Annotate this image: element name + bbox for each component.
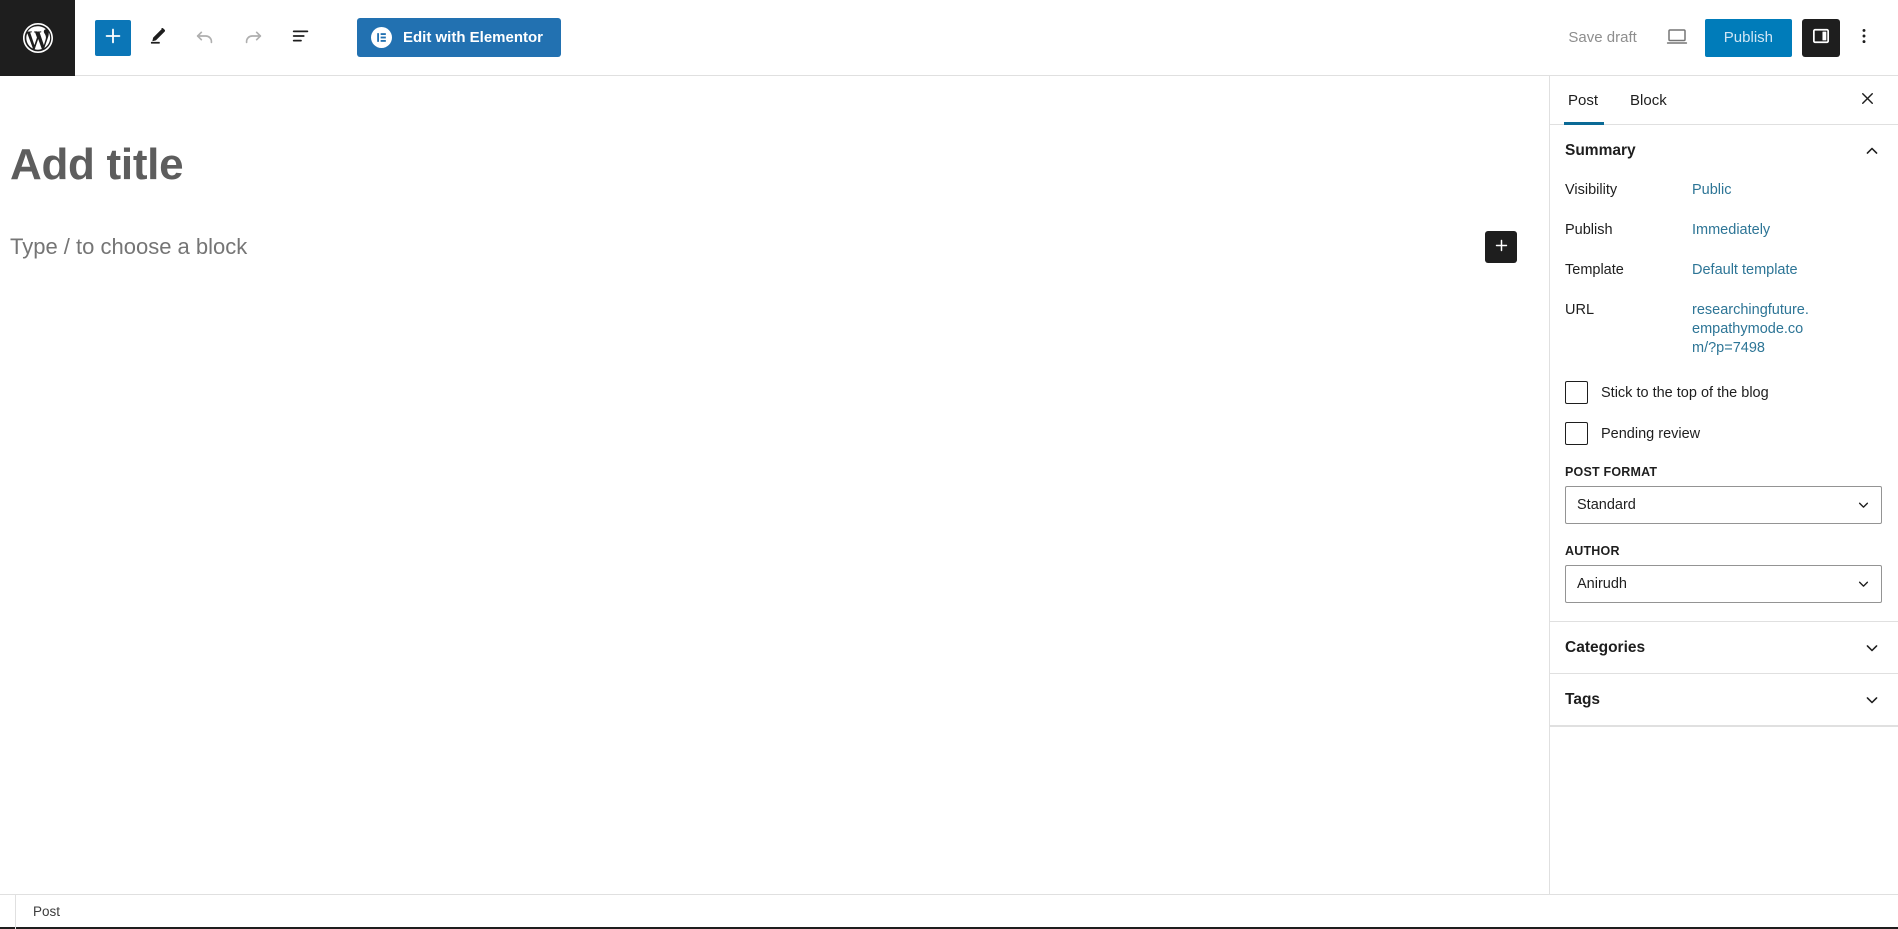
settings-sidebar-toggle-button[interactable] — [1802, 18, 1840, 57]
summary-panel-header[interactable]: Summary — [1550, 125, 1898, 176]
featured-image-panel[interactable] — [1550, 726, 1898, 727]
undo-icon — [194, 25, 216, 50]
save-draft-button[interactable]: Save draft — [1556, 21, 1648, 54]
summary-row-template: Template Default template — [1565, 256, 1882, 296]
plus-icon — [1493, 237, 1510, 257]
sidebar-tablist: Post Block — [1550, 76, 1898, 125]
status-bar-post-type: Post — [33, 903, 61, 919]
chevron-up-icon — [1862, 141, 1882, 161]
author-label: AUTHOR — [1565, 544, 1620, 558]
pending-review-checkbox-row: Pending review — [1565, 422, 1882, 445]
toolbar-right-group: Save draft Publish — [1556, 16, 1898, 60]
summary-panel: Summary Visibility Public Publish Immedi… — [1550, 125, 1898, 622]
url-label: URL — [1565, 302, 1595, 318]
sticky-post-checkbox[interactable] — [1565, 381, 1588, 404]
options-more-button[interactable] — [1846, 16, 1882, 60]
sidebar-panel-icon — [1810, 25, 1832, 50]
summary-row-url: URL researchingfuture.empathymode.com/?p… — [1565, 296, 1882, 363]
publish-date-button[interactable]: Immediately — [1692, 219, 1770, 242]
default-block-appender[interactable]: Type / to choose a block — [10, 234, 247, 260]
author-select-wrap: Anirudh — [1565, 565, 1882, 603]
close-sidebar-button[interactable] — [1850, 83, 1884, 117]
categories-panel-title: Categories — [1565, 638, 1646, 656]
status-bar-divider — [0, 893, 16, 929]
tags-panel-header[interactable]: Tags — [1550, 674, 1898, 725]
elementor-button-label: Edit with Elementor — [403, 29, 544, 46]
wordpress-logo-button[interactable] — [0, 0, 75, 76]
pending-review-label: Pending review — [1601, 425, 1701, 442]
wordpress-logo-icon — [20, 20, 56, 56]
preview-button[interactable] — [1655, 16, 1699, 60]
categories-panel: Categories — [1550, 622, 1898, 674]
close-icon — [1858, 89, 1877, 111]
categories-panel-header[interactable]: Categories — [1550, 622, 1898, 673]
post-format-select[interactable]: Standard — [1565, 486, 1882, 524]
template-value-button[interactable]: Default template — [1692, 259, 1798, 282]
publish-label: Publish — [1565, 222, 1613, 238]
post-format-select-wrap: Standard — [1565, 486, 1882, 524]
document-overview-button[interactable] — [279, 16, 323, 60]
tags-panel: Tags — [1550, 674, 1898, 726]
pending-review-checkbox[interactable] — [1565, 422, 1588, 445]
publish-button[interactable]: Publish — [1704, 18, 1792, 57]
visibility-value-button[interactable]: Public — [1692, 179, 1732, 202]
sticky-post-label: Stick to the top of the blog — [1601, 384, 1769, 401]
redo-icon — [242, 25, 264, 50]
visibility-label: Visibility — [1565, 182, 1618, 198]
summary-row-publish: Publish Immediately — [1565, 216, 1882, 256]
desktop-preview-icon — [1665, 24, 1689, 51]
edit-with-elementor-button[interactable]: Edit with Elementor — [357, 18, 562, 57]
editor-canvas: Add title Type / to choose a block — [0, 76, 1549, 894]
tags-panel-title: Tags — [1565, 690, 1601, 708]
redo-button[interactable] — [231, 16, 275, 60]
post-title-input[interactable]: Add title — [10, 140, 184, 190]
document-outline-icon — [290, 25, 312, 50]
template-label: Template — [1565, 262, 1624, 278]
chevron-down-icon — [1862, 690, 1882, 710]
tools-pencil-button[interactable] — [135, 16, 179, 60]
editor-status-bar: Post — [0, 893, 1898, 929]
summary-panel-title: Summary — [1565, 141, 1636, 159]
chevron-down-icon — [1862, 638, 1882, 658]
url-value-button[interactable]: researchingfuture.empathymode.com/?p=749… — [1692, 299, 1814, 360]
post-format-label: POST FORMAT — [1565, 465, 1658, 479]
undo-button[interactable] — [183, 16, 227, 60]
block-inserter-button[interactable] — [95, 19, 131, 56]
canvas-block-inserter-button[interactable] — [1485, 231, 1517, 263]
plus-icon — [102, 25, 124, 50]
summary-row-visibility: Visibility Public — [1565, 176, 1882, 216]
summary-panel-body: Visibility Public Publish Immediately Te… — [1550, 176, 1898, 621]
author-select[interactable]: Anirudh — [1565, 565, 1882, 603]
pencil-icon — [146, 25, 168, 50]
toolbar-left-group: Edit with Elementor — [75, 16, 562, 60]
more-vertical-icon — [1854, 26, 1874, 49]
elementor-logo-icon — [371, 27, 392, 48]
editor-toolbar: Edit with Elementor Save draft Publish — [0, 0, 1898, 76]
sticky-post-checkbox-row: Stick to the top of the blog — [1565, 381, 1882, 404]
tab-post[interactable]: Post — [1550, 76, 1614, 125]
tab-block[interactable]: Block — [1614, 76, 1683, 124]
settings-sidebar: Post Block Summary Visibility Public Pub… — [1549, 76, 1898, 894]
